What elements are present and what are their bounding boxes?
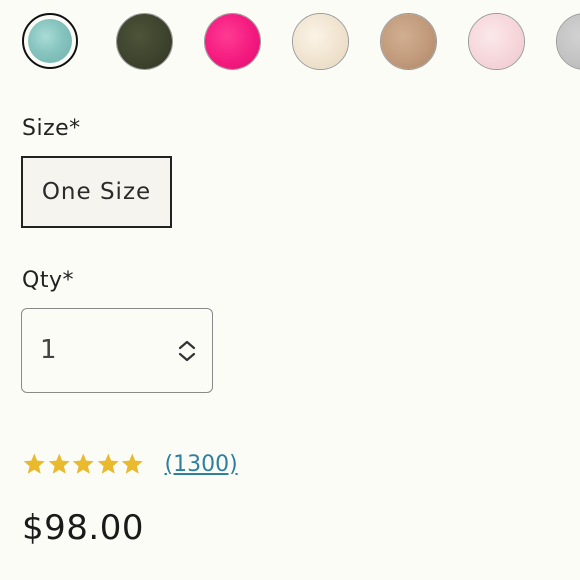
swatch-pink-fill <box>205 14 260 69</box>
review-count-link[interactable]: (1300) <box>165 452 238 477</box>
swatch-cream-fill <box>293 14 348 69</box>
swatch-tan-fill <box>381 14 436 69</box>
swatch-grey-fill <box>557 14 580 69</box>
qty-label: Qty* <box>22 268 74 293</box>
size-option-one-size[interactable]: One Size <box>21 156 172 228</box>
swatch-teal[interactable] <box>22 13 78 69</box>
chevron-up-down-icon <box>178 340 196 362</box>
size-label: Size* <box>22 116 81 141</box>
star-icon <box>72 453 94 474</box>
swatch-olive-fill <box>117 14 172 69</box>
star-icon <box>23 453 45 474</box>
product-options-panel: Size* One Size Qty* 1 (1300) $98.00 <box>0 0 580 580</box>
star-icon <box>121 453 143 474</box>
swatch-pink[interactable] <box>204 13 261 70</box>
swatch-olive[interactable] <box>116 13 173 70</box>
qty-value: 1 <box>40 335 57 365</box>
star-icon <box>48 453 70 474</box>
swatch-teal-fill <box>28 19 72 63</box>
swatch-blush[interactable] <box>468 13 525 70</box>
star-rating <box>22 452 145 476</box>
qty-select[interactable]: 1 <box>21 308 213 393</box>
swatch-cream[interactable] <box>292 13 349 70</box>
price: $98.00 <box>22 508 144 548</box>
swatch-grey[interactable] <box>556 13 580 70</box>
color-swatches <box>22 13 580 75</box>
rating: (1300) <box>22 448 238 480</box>
swatch-tan[interactable] <box>380 13 437 70</box>
swatch-blush-fill <box>469 14 524 69</box>
star-icon <box>97 453 119 474</box>
